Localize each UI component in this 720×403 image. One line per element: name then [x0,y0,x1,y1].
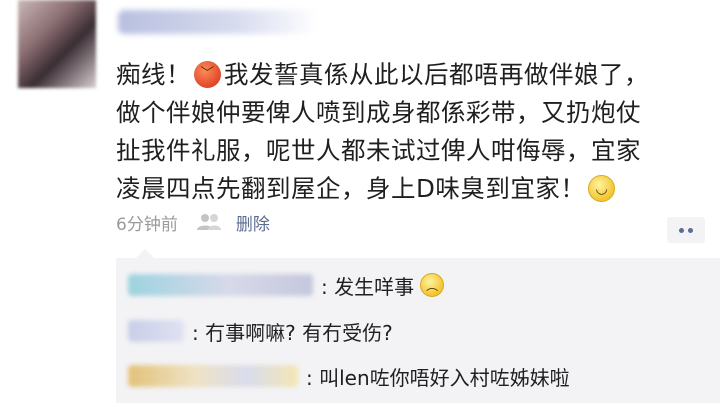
post-line-1: 痴线！ ﹀ 我发誓真係从此以后都唔再做伴娘了， [116,60,649,89]
commenter-name-blurred[interactable] [128,320,184,342]
angry-face-icon: ﹀ [194,61,221,88]
post-line-3: 扯我件礼服，呢世人都未试过俾人咁侮辱，宜家 [116,136,641,165]
post-line-2: 做个伴娘仲要俾人喷到成身都係彩带，又扔炮仗 [116,98,641,127]
comment-item[interactable]: : 发生咩事 ︵ [128,270,447,300]
worried-face-icon: ︵ [420,273,445,297]
avatar[interactable] [18,0,96,88]
comment-item[interactable]: : 冇事啊嘛? 有冇受伤? [128,316,393,346]
post-meta: 6分钟前 删除 [116,210,270,235]
post-time: 6分钟前 [116,214,178,235]
comment-box: : 发生咩事 ︵ : 冇事啊嘛? 有冇受伤? : 叫len咗你唔好入村咗姊妹啦 [116,249,720,403]
smile-face-icon: ◡ [588,175,616,202]
people-icon [196,213,222,231]
commenter-name-blurred[interactable] [128,365,298,387]
comment-action-button[interactable] [667,217,705,243]
delete-link[interactable]: 删除 [236,210,270,235]
poster-name-blurred[interactable] [118,10,318,34]
post-line-4: 凌晨四点先翻到屋企，身上D味臭到宜家！ ◡ [116,170,706,208]
comment-item[interactable]: : 叫len咗你唔好入村咗姊妹啦 [128,361,570,391]
commenter-name-blurred[interactable] [128,274,313,296]
post-text: 痴线！ ﹀ 我发誓真係从此以后都唔再做伴娘了， 做个伴娘仲要俾人喷到成身都係彩带，又… [116,56,706,208]
